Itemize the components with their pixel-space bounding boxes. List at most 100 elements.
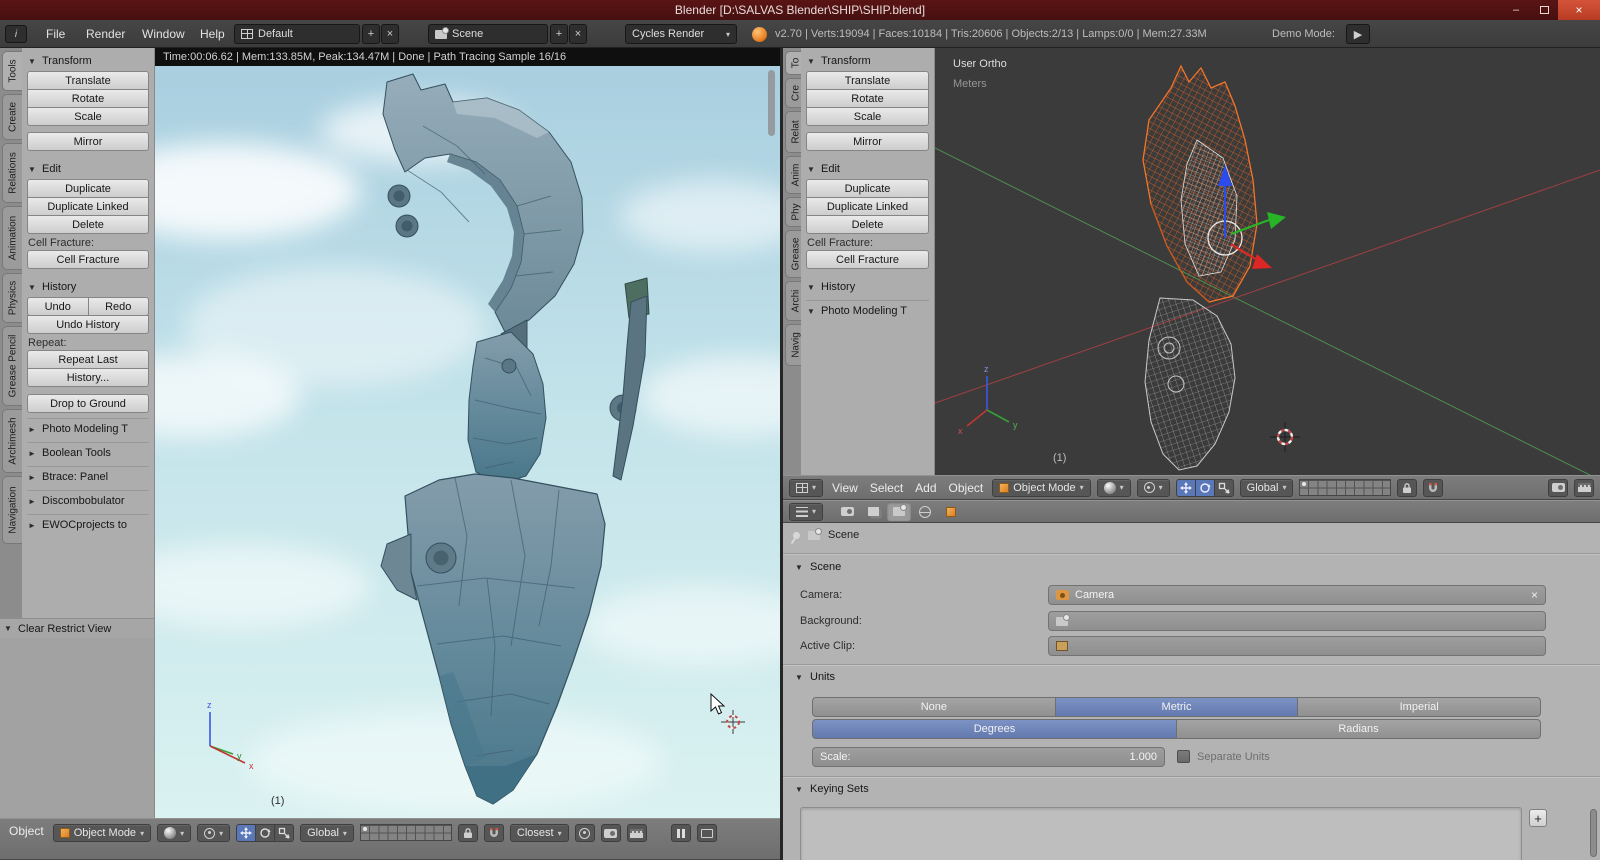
tab-world[interactable] bbox=[913, 502, 937, 521]
tab-animation[interactable]: Animation bbox=[2, 206, 22, 270]
tab-grease-pencil[interactable]: Grease Pencil bbox=[2, 326, 22, 406]
screen-layout-select[interactable]: Default bbox=[234, 24, 360, 44]
properties-scrollbar[interactable] bbox=[1590, 809, 1597, 857]
layers-widget[interactable] bbox=[1299, 479, 1391, 496]
units-radians-button[interactable]: Radians bbox=[1177, 719, 1541, 739]
scale-button[interactable]: Scale bbox=[27, 107, 149, 126]
scale-manipulator-icon[interactable] bbox=[1214, 479, 1234, 497]
panel-header-ewocprojects[interactable]: ►EWOCprojects to bbox=[27, 514, 149, 533]
menu-help[interactable]: Help bbox=[196, 20, 229, 48]
drop-to-ground-button[interactable]: Drop to Ground bbox=[27, 394, 149, 413]
tab-scene[interactable] bbox=[887, 502, 911, 521]
panel-header-boolean-tools[interactable]: ►Boolean Tools bbox=[27, 442, 149, 461]
add-keying-set-button[interactable]: + bbox=[1529, 809, 1547, 827]
units-degrees-button[interactable]: Degrees bbox=[812, 719, 1177, 739]
lock-icon[interactable] bbox=[1397, 479, 1417, 497]
mirror-button[interactable]: Mirror bbox=[806, 132, 929, 151]
maximize-button[interactable] bbox=[1530, 0, 1558, 20]
render-still-icon[interactable] bbox=[601, 824, 621, 842]
menu-render[interactable]: Render bbox=[82, 20, 129, 48]
tab-render-layers[interactable] bbox=[861, 502, 885, 521]
duplicate-button[interactable]: Duplicate bbox=[27, 179, 149, 198]
rotate-button[interactable]: Rotate bbox=[27, 89, 149, 108]
orientation-select[interactable]: Global ▾ bbox=[300, 824, 354, 842]
units-imperial-button[interactable]: Imperial bbox=[1298, 697, 1541, 717]
mirror-button[interactable]: Mirror bbox=[27, 132, 149, 151]
object-menu[interactable]: Object bbox=[946, 481, 987, 495]
info-icon[interactable]: i bbox=[5, 25, 27, 43]
background-field[interactable] bbox=[1048, 611, 1546, 631]
translate-button[interactable]: Translate bbox=[806, 71, 929, 90]
rotate-manipulator-icon[interactable] bbox=[255, 824, 275, 842]
panel-header-discombobulator[interactable]: ►Discombobulator bbox=[27, 490, 149, 509]
menu-window[interactable]: Window bbox=[138, 20, 189, 48]
add-scene-button[interactable]: + bbox=[550, 24, 568, 44]
translate-manipulator-icon[interactable] bbox=[236, 824, 256, 842]
pivot-select[interactable]: ▾ bbox=[197, 824, 230, 842]
delete-layout-button[interactable]: × bbox=[381, 24, 399, 44]
panel-header-photo-modeling[interactable]: ▼Photo Modeling T bbox=[806, 300, 929, 319]
panel-header-photo-modeling[interactable]: ►Photo Modeling T bbox=[27, 418, 149, 437]
mode-select[interactable]: Object Mode ▾ bbox=[992, 479, 1090, 497]
panel-header-transform[interactable]: ▼Transform bbox=[806, 53, 929, 69]
delete-button[interactable]: Delete bbox=[806, 215, 929, 234]
rendered-viewport[interactable]: z y x (1) bbox=[155, 66, 780, 818]
undo-button[interactable]: Undo bbox=[27, 297, 89, 316]
panel-header-transform[interactable]: ▼Transform bbox=[27, 53, 149, 69]
duplicate-linked-button[interactable]: Duplicate Linked bbox=[806, 197, 929, 216]
screencast-icon[interactable] bbox=[697, 824, 717, 842]
rotate-button[interactable]: Rotate bbox=[806, 89, 929, 108]
pause-button[interactable] bbox=[671, 824, 691, 842]
demo-play-button[interactable]: ▶ bbox=[1346, 24, 1370, 44]
redo-button[interactable]: Redo bbox=[88, 297, 150, 316]
editor-type-select[interactable]: ▾ bbox=[789, 479, 823, 497]
camera-field[interactable]: Camera × bbox=[1048, 585, 1546, 605]
lock-icon[interactable] bbox=[458, 824, 478, 842]
snap-target-select[interactable]: Closest ▾ bbox=[510, 824, 569, 842]
viewport-shading-select[interactable]: ▾ bbox=[1097, 479, 1131, 497]
duplicate-button[interactable]: Duplicate bbox=[806, 179, 929, 198]
panel-header-keying-sets[interactable]: ▼ Keying Sets bbox=[795, 783, 869, 795]
tab-navigation[interactable]: Navigation bbox=[2, 476, 22, 544]
mode-select[interactable]: Object Mode ▾ bbox=[53, 824, 151, 842]
active-clip-field[interactable] bbox=[1048, 636, 1546, 656]
units-metric-button[interactable]: Metric bbox=[1056, 697, 1299, 717]
menu-file[interactable]: File bbox=[42, 20, 69, 48]
repeat-last-button[interactable]: Repeat Last bbox=[27, 350, 149, 369]
history-popup-button[interactable]: History... bbox=[27, 368, 149, 387]
panel-header-clear-restrict-view[interactable]: ▼ Clear Restrict View bbox=[0, 618, 155, 638]
tab-physics[interactable]: Physics bbox=[2, 273, 22, 323]
view-menu[interactable]: View bbox=[829, 481, 861, 495]
pin-icon[interactable] bbox=[792, 530, 802, 540]
cell-fracture-button[interactable]: Cell Fracture bbox=[806, 250, 929, 269]
viewport-render-anim-icon[interactable] bbox=[1574, 479, 1594, 497]
scale-button[interactable]: Scale bbox=[806, 107, 929, 126]
render-anim-icon[interactable] bbox=[627, 824, 647, 842]
cell-fracture-button[interactable]: Cell Fracture bbox=[27, 250, 149, 269]
tab-object[interactable] bbox=[939, 502, 963, 521]
viewport-shading-select[interactable]: ▾ bbox=[157, 824, 191, 842]
unit-scale-slider[interactable]: Scale: 1.000 bbox=[812, 747, 1165, 767]
viewport-scrollbar[interactable] bbox=[768, 70, 775, 136]
viewport-render-still-icon[interactable] bbox=[1548, 479, 1568, 497]
add-menu[interactable]: Add bbox=[912, 481, 939, 495]
clear-camera-icon[interactable]: × bbox=[1531, 588, 1538, 602]
tab-relations[interactable]: Relations bbox=[2, 143, 22, 203]
keying-sets-list[interactable] bbox=[800, 807, 1522, 860]
select-menu[interactable]: Select bbox=[867, 481, 906, 495]
add-layout-button[interactable]: + bbox=[362, 24, 380, 44]
units-none-button[interactable]: None bbox=[812, 697, 1056, 717]
layers-widget[interactable] bbox=[360, 824, 452, 841]
scale-manipulator-icon[interactable] bbox=[274, 824, 294, 842]
delete-scene-button[interactable]: × bbox=[569, 24, 587, 44]
wireframe-viewport[interactable]: z y x User Ortho Meters (1) bbox=[935, 48, 1600, 475]
snap-magnet-icon[interactable] bbox=[1423, 479, 1443, 497]
orientation-select[interactable]: Global ▾ bbox=[1240, 479, 1294, 497]
tab-render[interactable] bbox=[835, 502, 859, 521]
render-engine-select[interactable]: Cycles Render ▾ bbox=[625, 24, 737, 44]
close-button[interactable]: × bbox=[1558, 0, 1600, 20]
snap-magnet-icon[interactable] bbox=[484, 824, 504, 842]
tab-archimesh[interactable]: Archimesh bbox=[2, 409, 22, 473]
panel-header-edit[interactable]: ▼Edit bbox=[806, 161, 929, 177]
scene-select[interactable]: Scene bbox=[428, 24, 548, 44]
